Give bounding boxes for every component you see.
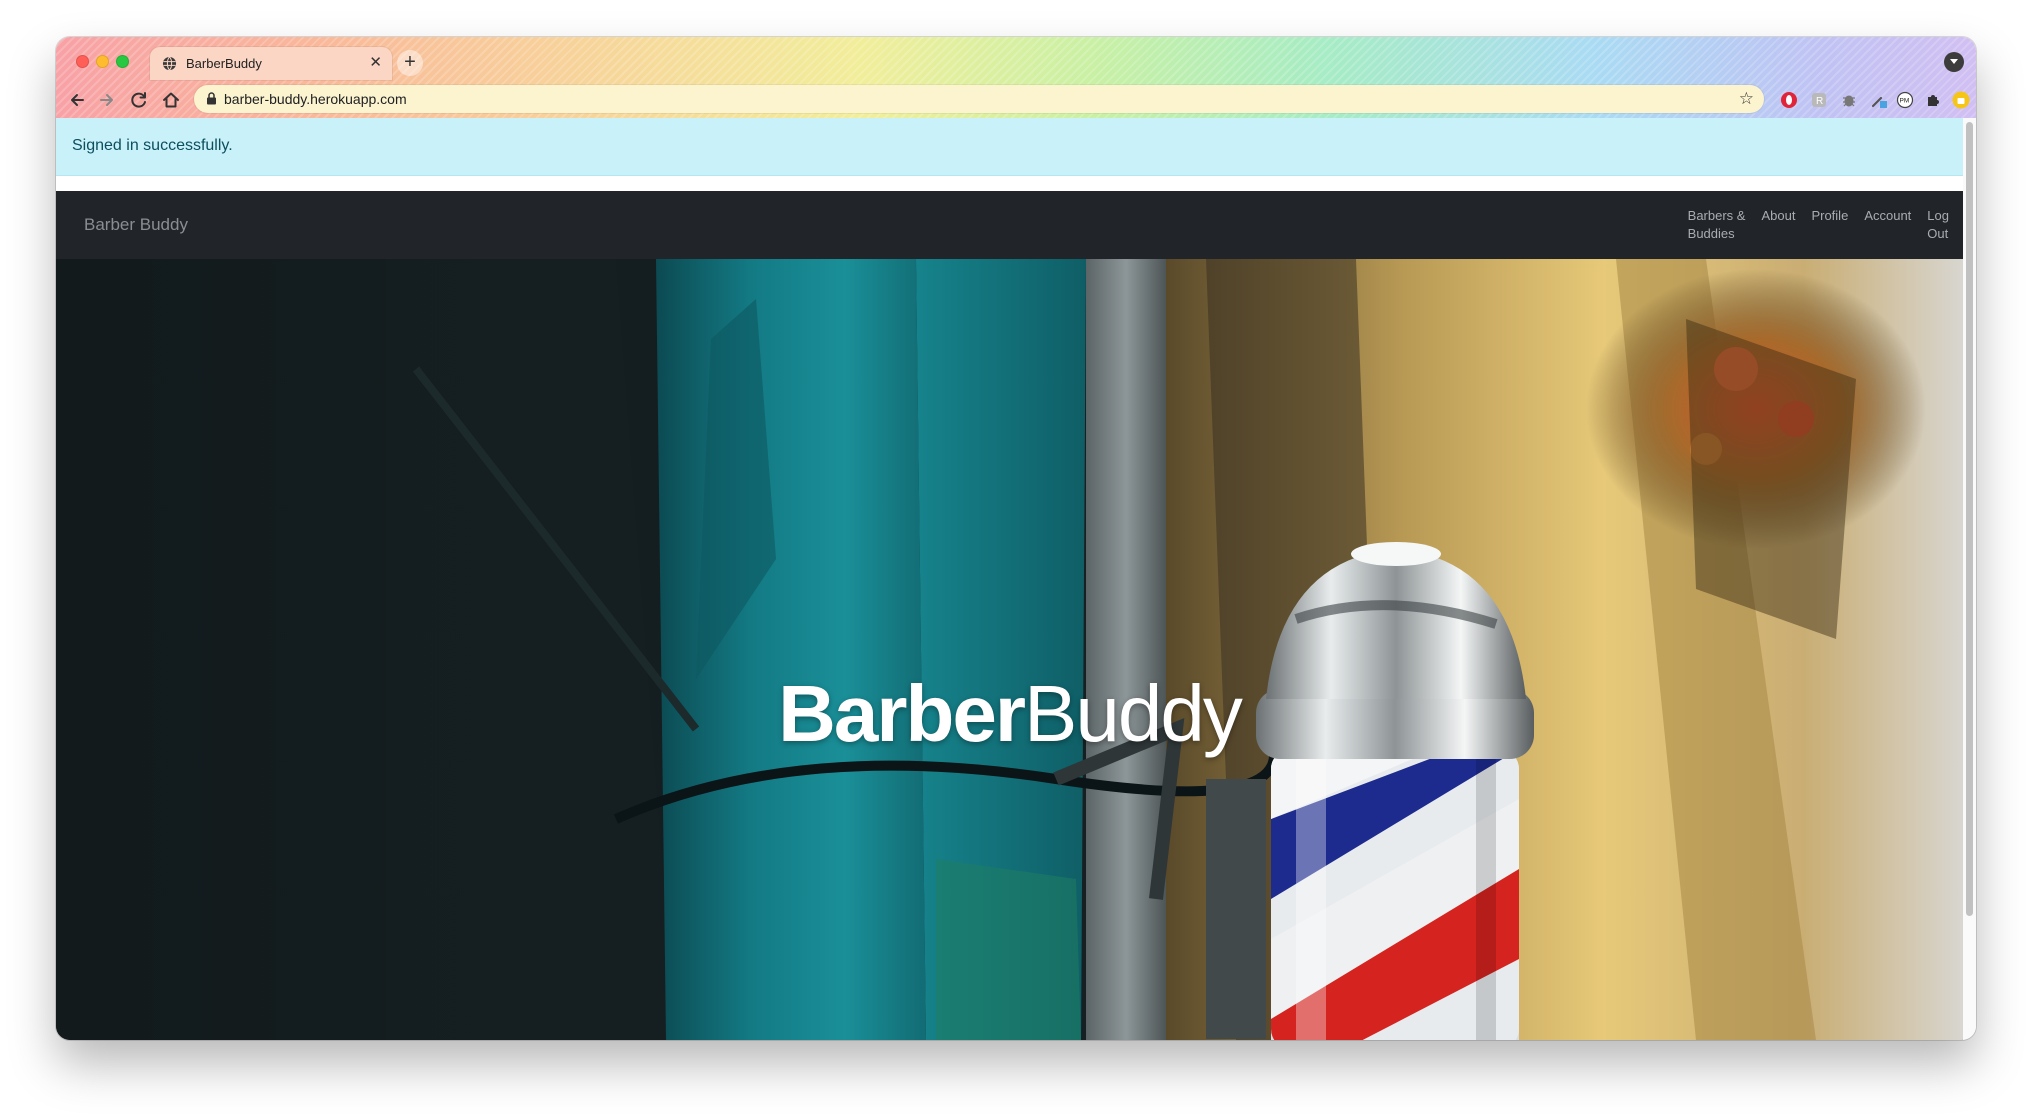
bookmark-star-icon[interactable]: ☆ — [1739, 90, 1754, 108]
top-navbar: Barber Buddy Barbers & Buddies About Pro… — [56, 191, 1963, 259]
navbar-brand[interactable]: Barber Buddy — [84, 215, 188, 235]
nav-link-log-out[interactable]: Log Out — [1927, 207, 1949, 243]
alert-message: Signed in successfully. — [72, 137, 233, 154]
window-minimize-button[interactable] — [96, 55, 109, 68]
hero-title-bold: Barber — [778, 669, 1026, 758]
nav-link-about[interactable]: About — [1761, 207, 1795, 243]
forward-arrow-icon[interactable] — [96, 89, 118, 111]
bug-icon[interactable] — [1840, 91, 1858, 109]
hero-title-light: Buddy — [1024, 669, 1243, 758]
flash-alert: Signed in successfully. — [56, 118, 1963, 176]
svg-text:PM: PM — [1900, 98, 1910, 105]
nav-link-label-line: Account — [1864, 208, 1912, 223]
globe-icon — [162, 56, 177, 71]
hero-title: BarberBuddy — [56, 674, 1963, 754]
pm-icon[interactable]: PM — [1896, 91, 1914, 109]
nav-link-label-line: Buddies — [1687, 226, 1735, 241]
nav-links: Barbers & Buddies About Profile Account … — [1688, 207, 1949, 243]
back-arrow-icon[interactable] — [66, 89, 88, 111]
nav-link-label-line: Log — [1927, 208, 1949, 223]
address-bar[interactable]: barber-buddy.herokuapp.com ☆ — [194, 85, 1764, 113]
dropper-icon[interactable] — [1870, 91, 1888, 109]
profile-icon[interactable] — [1952, 91, 1970, 109]
barber-pole-photo — [56, 259, 1963, 1040]
browser-chrome: BarberBuddy ✕ + barber-buddy.herokuapp.c… — [56, 37, 1976, 118]
nav-link-label-line: About — [1761, 208, 1796, 223]
svg-text:R: R — [1816, 96, 1823, 107]
reload-icon[interactable] — [128, 89, 150, 111]
lock-icon[interactable] — [206, 92, 217, 105]
puzzle-icon[interactable] — [1924, 91, 1942, 109]
chevron-down-icon[interactable] — [1944, 52, 1964, 72]
home-icon[interactable] — [160, 89, 182, 111]
page-viewport: Signed in successfully. Barber Buddy Bar… — [56, 118, 1963, 1040]
url-text[interactable]: barber-buddy.herokuapp.com — [224, 91, 407, 107]
browser-toolbar: barber-buddy.herokuapp.com ☆ R PM — [56, 81, 1976, 118]
window-close-button[interactable] — [76, 55, 89, 68]
plus-icon[interactable]: + — [397, 50, 423, 76]
nav-link-label-line: Out — [1927, 226, 1949, 241]
tab-title: BarberBuddy — [186, 56, 262, 71]
nav-link-barbers-buddies[interactable]: Barbers & Buddies — [1688, 207, 1746, 243]
nav-link-label-line: Barbers & — [1687, 208, 1746, 223]
nav-link-account[interactable]: Account — [1864, 207, 1911, 243]
close-icon[interactable]: ✕ — [369, 55, 382, 71]
browser-window: BarberBuddy ✕ + barber-buddy.herokuapp.c… — [56, 37, 1976, 1040]
nav-link-profile[interactable]: Profile — [1811, 207, 1848, 243]
reader-icon[interactable]: R — [1810, 91, 1828, 109]
opera-icon[interactable] — [1780, 91, 1798, 109]
window-maximize-button[interactable] — [116, 55, 129, 68]
vertical-scrollbar[interactable] — [1963, 118, 1976, 1040]
nav-link-label-line: Profile — [1811, 208, 1849, 223]
hero-banner: BarberBuddy — [56, 259, 1963, 1040]
browser-tab[interactable]: BarberBuddy ✕ — [150, 47, 392, 80]
scrollbar-thumb[interactable] — [1966, 122, 1973, 916]
